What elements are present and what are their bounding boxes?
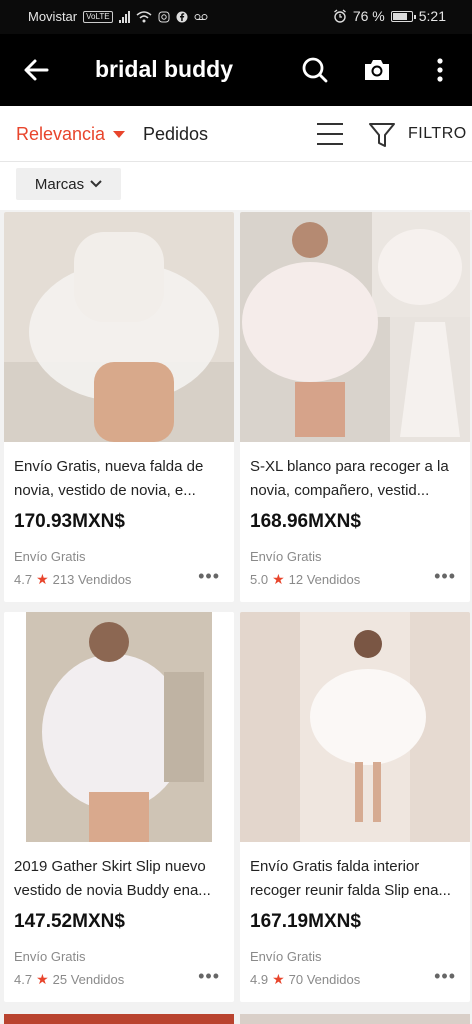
star-icon: ★ xyxy=(272,971,285,987)
product-image xyxy=(4,612,234,842)
voicemail-icon xyxy=(194,13,208,20)
product-rating: 4.7 xyxy=(14,572,33,587)
status-bar: Movistar VoLTE 76 % 5:21 xyxy=(0,0,472,34)
product-meta: 4.7 ★ 25 Vendidos xyxy=(14,971,124,988)
chevron-down-icon xyxy=(90,180,102,188)
product-rating: 5.0 xyxy=(250,572,269,587)
product-shipping: Envío Gratis xyxy=(14,549,86,564)
product-sold: 12 Vendidos xyxy=(288,572,361,587)
product-rating: 4.7 xyxy=(14,972,33,987)
signal-icon xyxy=(118,10,130,23)
star-icon: ★ xyxy=(36,571,49,587)
more-vertical-icon[interactable] xyxy=(424,54,456,86)
product-meta: 4.9 ★ 70 Vendidos xyxy=(250,971,360,988)
next-product-peek[interactable] xyxy=(4,1014,234,1024)
facebook-icon xyxy=(176,11,188,22)
product-image xyxy=(4,212,234,442)
sort-relevance-label: Relevancia xyxy=(16,124,106,144)
camera-icon[interactable] xyxy=(361,54,393,86)
product-price: 170.93MXN$ xyxy=(14,511,125,532)
instagram-icon xyxy=(158,11,170,22)
brands-chip[interactable]: Marcas xyxy=(16,168,121,200)
product-price: 168.96MXN$ xyxy=(250,511,361,532)
status-right: 76 % 5:21 xyxy=(333,8,446,24)
more-options-icon[interactable]: ••• xyxy=(198,566,220,587)
product-title: Envío Gratis falda interior recoger reun… xyxy=(250,858,451,899)
product-shipping: Envío Gratis xyxy=(250,549,322,564)
star-icon: ★ xyxy=(272,571,285,587)
search-query[interactable]: bridal buddy xyxy=(95,56,233,83)
product-title: Envío Gratis, nueva falda de novia, vest… xyxy=(14,458,204,499)
alarm-icon xyxy=(333,9,346,23)
product-price: 147.52MXN$ xyxy=(14,911,125,932)
more-options-icon[interactable]: ••• xyxy=(434,566,456,587)
brands-chip-label: Marcas xyxy=(34,175,85,193)
status-left: Movistar VoLTE xyxy=(28,9,208,24)
volte-badge: VoLTE xyxy=(83,10,113,23)
product-meta: 4.7 ★ 213 Vendidos xyxy=(14,571,131,588)
product-card[interactable]: Envío Gratis falda interior recoger reun… xyxy=(240,612,470,1002)
product-price: 167.19MXN$ xyxy=(250,911,361,932)
product-sold: 25 Vendidos xyxy=(52,972,125,987)
wifi-icon xyxy=(136,10,152,22)
chip-row: Marcas xyxy=(0,162,472,210)
product-title: S-XL blanco para recoger a la novia, com… xyxy=(250,458,449,499)
filter-button[interactable]: FILTRO xyxy=(408,125,467,143)
more-options-icon[interactable]: ••• xyxy=(434,966,456,987)
more-options-icon[interactable]: ••• xyxy=(198,966,220,987)
product-card[interactable]: 2019 Gather Skirt Slip nuevo vestido de … xyxy=(4,612,234,1002)
product-shipping: Envío Gratis xyxy=(250,949,322,964)
product-shipping: Envío Gratis xyxy=(14,949,86,964)
next-product-peek[interactable] xyxy=(240,1014,470,1024)
battery-icon xyxy=(390,10,416,22)
product-card[interactable]: S-XL blanco para recoger a la novia, com… xyxy=(240,212,470,602)
product-card[interactable]: Envío Gratis, nueva falda de novia, vest… xyxy=(4,212,234,602)
clock: 5:21 xyxy=(418,8,446,24)
product-title: 2019 Gather Skirt Slip nuevo vestido de … xyxy=(14,858,211,899)
filter-icon[interactable] xyxy=(368,121,396,149)
product-sold: 213 Vendidos xyxy=(52,572,132,587)
caret-down-icon xyxy=(113,131,126,138)
list-view-icon[interactable] xyxy=(315,121,345,147)
product-image xyxy=(240,212,470,442)
sort-relevance[interactable]: Relevancia xyxy=(16,124,126,145)
star-icon: ★ xyxy=(36,971,49,987)
product-meta: 5.0 ★ 12 Vendidos xyxy=(250,571,360,588)
product-rating: 4.9 xyxy=(250,972,269,987)
battery-percent: 76 % xyxy=(352,8,385,24)
product-image xyxy=(240,612,470,842)
product-sold: 70 Vendidos xyxy=(288,972,361,987)
app-header: bridal buddy xyxy=(0,34,472,106)
sort-bar: Relevancia Pedidos FILTRO xyxy=(0,106,472,162)
search-icon[interactable] xyxy=(299,54,331,86)
back-arrow-icon[interactable] xyxy=(20,54,52,86)
carrier-name: Movistar xyxy=(28,9,78,24)
sort-orders[interactable]: Pedidos xyxy=(143,124,208,145)
